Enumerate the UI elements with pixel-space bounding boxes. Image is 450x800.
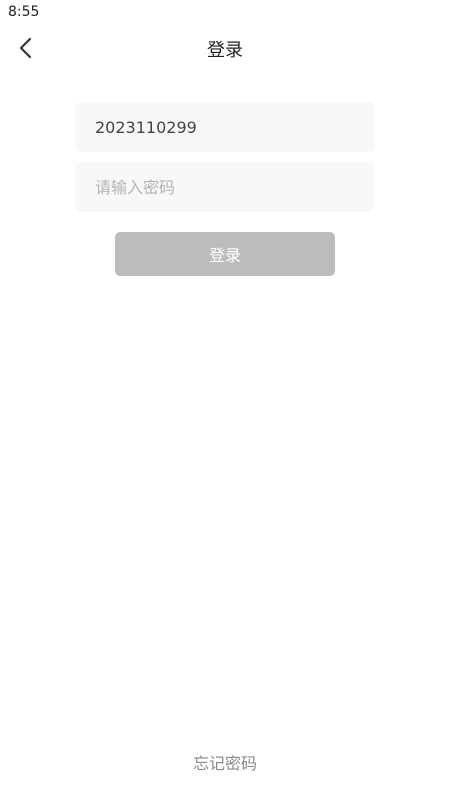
nav-bar: 登录 — [0, 26, 450, 70]
login-button[interactable]: 登录 — [115, 232, 335, 276]
username-field-container — [75, 102, 375, 152]
forgot-password-link[interactable]: 忘记密码 — [0, 750, 450, 774]
page-title: 登录 — [207, 40, 243, 61]
status-bar: 8:55 — [0, 0, 450, 26]
password-input[interactable] — [75, 162, 375, 212]
username-input[interactable] — [75, 102, 375, 152]
login-screen: 8:55 登录 登录 忘记密码 — [0, 0, 450, 800]
status-time: 8:55 — [8, 4, 40, 20]
password-field-container — [75, 162, 375, 212]
